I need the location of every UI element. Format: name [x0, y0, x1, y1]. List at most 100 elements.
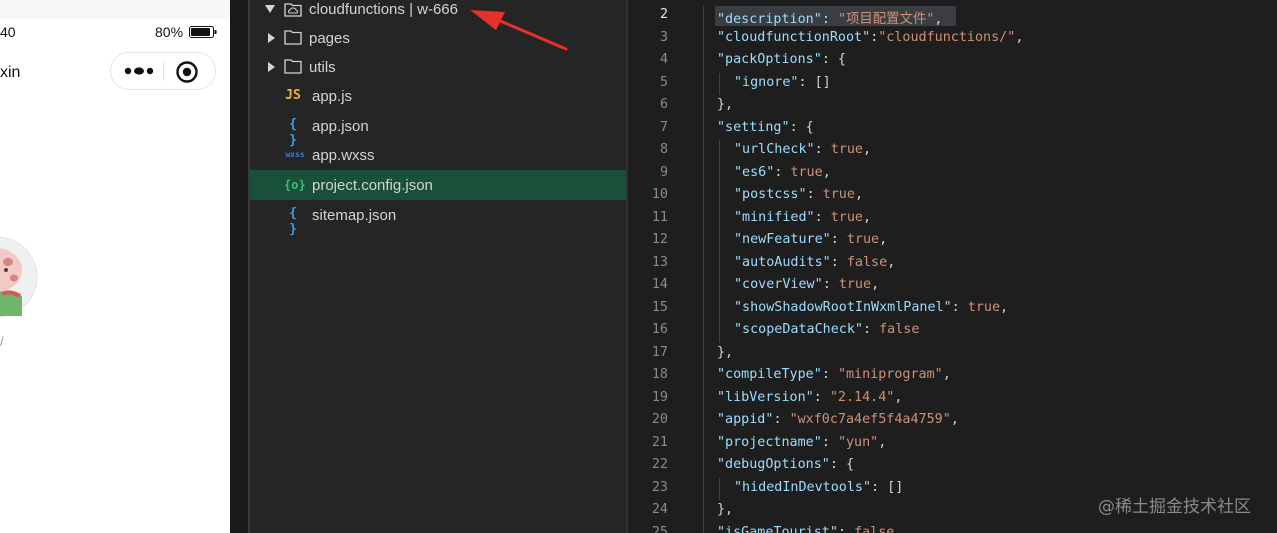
indent-guide — [703, 275, 704, 298]
line-number: 20 — [651, 412, 668, 427]
code-token: , — [878, 434, 887, 450]
indent-guide — [703, 185, 704, 208]
indent-guide — [703, 410, 704, 433]
code-line[interactable]: 20 "appid": "wxf0c7a4ef5f4a4759", — [628, 410, 1277, 433]
code-token: : — [830, 232, 847, 247]
panel-gap — [230, 0, 248, 533]
line-number: 14 — [651, 277, 668, 292]
code-text: "ignore": [] — [734, 75, 831, 90]
line-number: 25 — [651, 524, 668, 533]
indent-guide — [719, 185, 720, 208]
avatar[interactable] — [0, 236, 38, 318]
more-icon[interactable] — [121, 61, 157, 81]
tree-item-label: sitemap.json — [312, 207, 397, 224]
indent-guide — [703, 5, 704, 28]
code-line[interactable]: 15 "showShadowRootInWxmlPanel": true, — [628, 297, 1277, 320]
code-line[interactable]: 8 "urlCheck": true, — [628, 140, 1277, 163]
indent-guide — [719, 252, 720, 275]
code-token: : — [774, 164, 791, 180]
code-line[interactable]: 19 "libVersion": "2.14.4", — [628, 387, 1277, 410]
code-line[interactable]: 10 "postcss": true, — [628, 185, 1277, 208]
code-token: "cloudfunctionRoot" — [717, 29, 871, 45]
code-line[interactable]: 13 "autoAudits": false, — [628, 252, 1277, 275]
code-token: true — [830, 209, 863, 225]
line-number: 22 — [651, 457, 668, 472]
code-token: "coverView" — [734, 277, 823, 292]
code-token: , — [871, 277, 880, 292]
code-line[interactable]: 11 "minified": true, — [628, 207, 1277, 230]
wxss-file-icon: wxss — [285, 150, 305, 159]
code-token: : — [813, 389, 830, 405]
code-line[interactable]: 6}, — [628, 95, 1277, 118]
code-token: "2.14.4" — [829, 389, 895, 405]
tree-item-cloudfunctions[interactable]: cloudfunctions | w-666 — [250, 0, 626, 25]
code-text: "debugOptions": { — [717, 457, 854, 472]
indent-guide — [703, 320, 704, 343]
code-token: , — [822, 164, 831, 180]
cloud-folder-icon — [284, 3, 302, 17]
code-line[interactable]: 7 "setting": { — [628, 117, 1277, 140]
indent-guide — [719, 477, 720, 500]
tree-item-app-js[interactable]: JS app.js — [250, 81, 626, 111]
code-text: "newFeature": true, — [734, 232, 887, 247]
json-file-icon: { } — [289, 117, 297, 148]
code-line[interactable]: 14 "coverView": true, — [628, 275, 1277, 298]
tree-item-label: utils — [309, 59, 336, 76]
tree-item-sitemap-json[interactable]: { } sitemap.json — [250, 200, 626, 237]
code-token: true — [830, 142, 863, 157]
indent-guide — [703, 207, 704, 230]
code-line[interactable]: 25 "isGameTourist": false — [628, 522, 1277, 533]
code-token: "ignore" — [734, 74, 799, 90]
indent-guide — [703, 500, 704, 523]
code-token: , — [854, 187, 863, 202]
tree-item-pages[interactable]: pages — [250, 23, 626, 53]
tree-item-utils[interactable]: utils — [250, 52, 626, 82]
code-token: : — [951, 299, 968, 315]
code-line[interactable]: 21 "projectname": "yun", — [628, 432, 1277, 455]
line-number: 18 — [651, 367, 668, 382]
code-token: , — [934, 12, 943, 27]
indent-guide — [703, 432, 704, 455]
folder-icon — [284, 30, 302, 45]
code-line[interactable]: 9 "es6": true, — [628, 162, 1277, 185]
code-token: : — [773, 412, 790, 427]
code-token: : — [821, 367, 838, 382]
code-text: "urlCheck": true, — [734, 142, 871, 157]
tree-item-app-wxss[interactable]: wxss app.wxss — [250, 140, 626, 170]
code-token: }, — [717, 97, 734, 112]
code-editor[interactable]: 2 "description": "项目配置文件", 3 "cloudfunction… — [628, 0, 1277, 533]
close-icon[interactable] — [175, 60, 199, 84]
code-token: : — [821, 434, 838, 450]
line-number: 5 — [659, 74, 668, 90]
code-text: "cloudfunctionRoot":"cloudfunctions/", — [717, 30, 1023, 45]
line-number: 10 — [651, 187, 668, 202]
code-line[interactable]: 17}, — [628, 342, 1277, 365]
tree-item-project-config-json[interactable]: {o} project.config.json — [250, 170, 626, 200]
code-line[interactable]: 12 "newFeature": true, — [628, 230, 1277, 253]
simulator-top-bar — [0, 0, 230, 19]
tree-item-app-json[interactable]: { } app.json — [250, 111, 626, 148]
code-token: : — [863, 322, 880, 337]
code-line[interactable]: 22 "debugOptions": { — [628, 455, 1277, 478]
code-line[interactable]: 16 "scopeDataCheck": false — [628, 320, 1277, 343]
code-token: , — [887, 254, 896, 270]
code-line[interactable]: 5 "ignore": [] — [628, 72, 1277, 95]
code-token: "hidedInDevtools" — [734, 479, 872, 495]
code-token: "appid" — [717, 412, 774, 427]
indent-guide — [719, 162, 720, 185]
code-line[interactable]: 4 "packOptions": { — [628, 50, 1277, 73]
mini-program-capsule — [110, 52, 216, 90]
indent-guide — [703, 342, 704, 365]
code-line[interactable]: 18 "compileType": "miniprogram", — [628, 365, 1277, 388]
indent-guide — [703, 477, 704, 500]
tree-item-label: app.json — [312, 118, 369, 135]
line-number: 15 — [651, 299, 668, 315]
code-token: : — [814, 142, 831, 157]
line-number: 11 — [651, 209, 668, 225]
code-token: false — [879, 322, 920, 337]
code-line[interactable]: 3 "cloudfunctionRoot":"cloudfunctions/", — [628, 27, 1277, 50]
code-text: "coverView": true, — [734, 277, 879, 292]
code-text: "isGameTourist": false — [717, 525, 894, 533]
line-number: 7 — [659, 119, 668, 135]
code-line[interactable]: 2 "description": "项目配置文件", — [628, 5, 1277, 28]
